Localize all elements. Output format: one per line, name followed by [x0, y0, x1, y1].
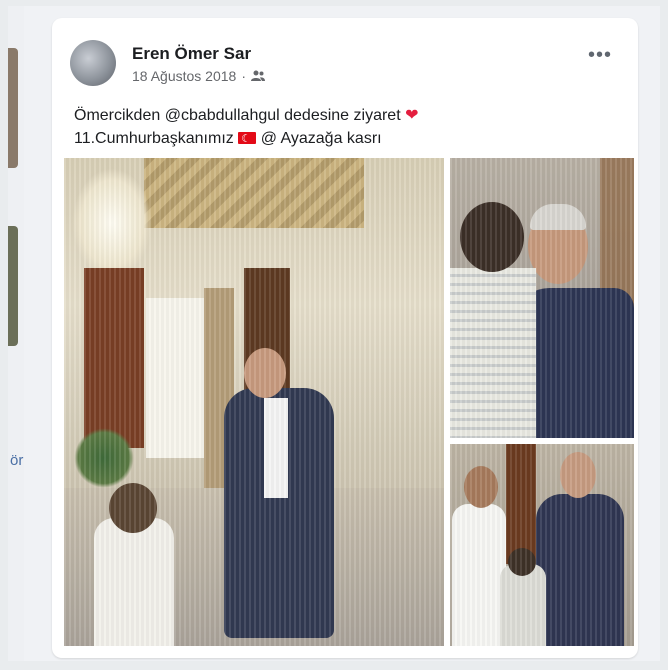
photo-man-head	[464, 466, 498, 508]
screen: ör Eren Ömer Sar 18 Ağustos 2018 · ••• Ö…	[8, 6, 660, 661]
post-text-line1: Ömercikden @cbabdullahgul dedesine ziyar…	[74, 107, 401, 124]
photo-man-head	[560, 452, 596, 498]
post-date[interactable]: 18 Ağustos 2018	[132, 68, 236, 84]
heart-icon: ❤	[405, 107, 419, 124]
photo-grid	[64, 158, 634, 646]
avatar[interactable]	[70, 40, 116, 86]
photo-child-head	[109, 483, 157, 533]
photo-man-hair	[530, 204, 586, 230]
photo-top-right[interactable]	[450, 158, 634, 438]
friends-icon	[250, 70, 265, 81]
meta-separator: ·	[241, 68, 246, 84]
photo-chandelier	[72, 168, 152, 278]
post-author[interactable]: Eren Ömer Sar	[132, 44, 251, 64]
photo-man	[452, 504, 506, 646]
photo-child-head	[460, 202, 524, 272]
photo-window	[146, 298, 206, 458]
post-text: Ömercikden @cbabdullahgul dedesine ziyar…	[74, 104, 614, 151]
photo-man-head	[244, 348, 286, 398]
photo-door	[506, 444, 536, 564]
post-header: Eren Ömer Sar 18 Ağustos 2018 · •••	[52, 18, 638, 98]
photo-plant	[74, 428, 134, 488]
photo-man-shirt	[264, 398, 288, 498]
photo-ceiling	[144, 158, 364, 228]
photo-child	[450, 268, 536, 438]
photo-child	[500, 564, 546, 646]
post-text-line2-end: @ Ayazağa kasrı	[260, 130, 382, 147]
photo-child	[94, 518, 174, 646]
photo-main[interactable]	[64, 158, 444, 646]
left-sidebar-strip: ör	[8, 6, 24, 661]
photo-child-head	[508, 548, 536, 576]
strip-thumbnail[interactable]	[8, 48, 18, 168]
strip-text: ör	[10, 452, 24, 469]
post-text-line2: 11.Cumhurbaşkanımız	[74, 130, 234, 147]
turkey-flag-icon	[238, 128, 257, 151]
photo-doorway	[84, 268, 144, 448]
strip-thumbnail[interactable]	[8, 226, 18, 346]
post-card: Eren Ömer Sar 18 Ağustos 2018 · ••• Ömer…	[52, 18, 638, 658]
post-meta: 18 Ağustos 2018 ·	[132, 68, 265, 84]
more-options-button[interactable]: •••	[588, 44, 612, 67]
photo-bottom-right[interactable]	[450, 444, 634, 646]
photo-man	[536, 494, 624, 646]
